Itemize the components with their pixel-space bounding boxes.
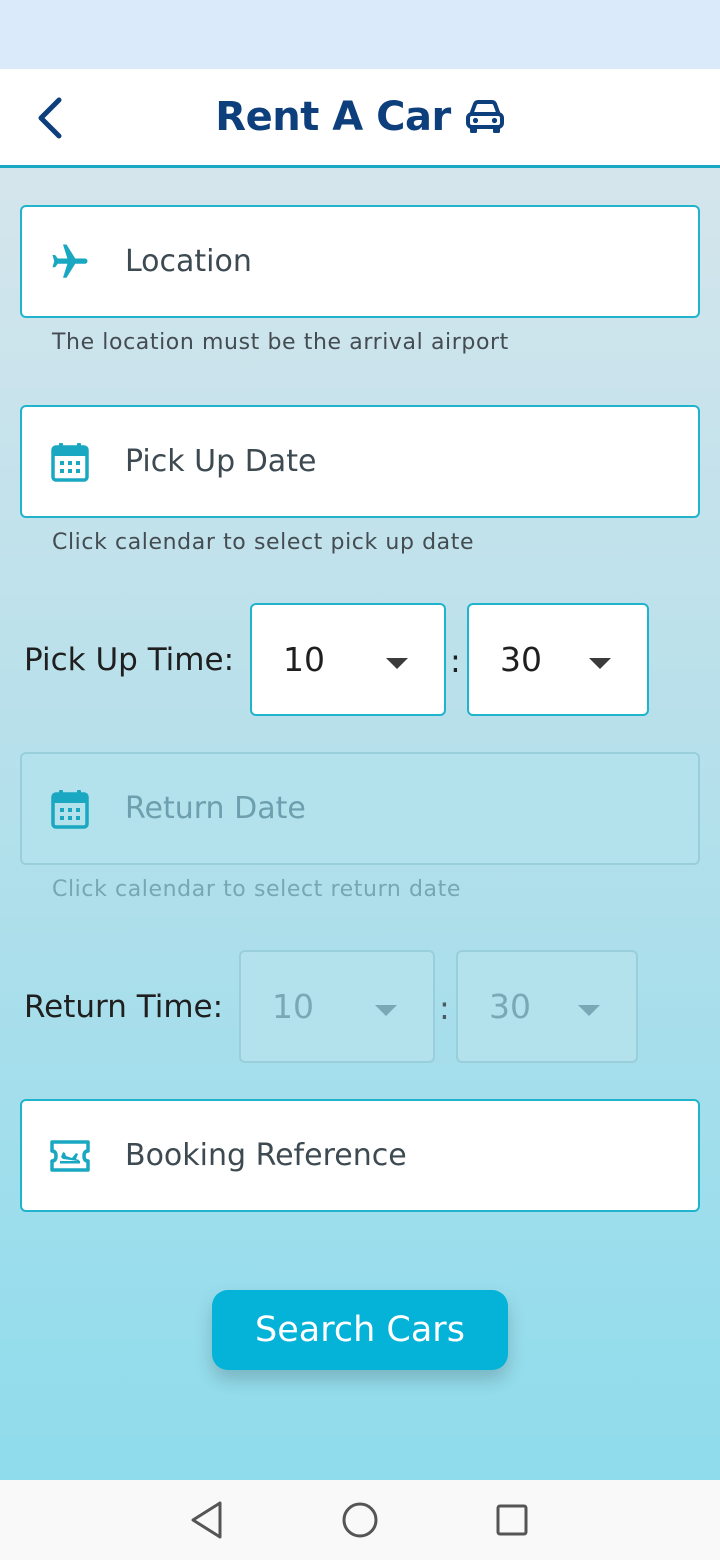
return-minute-value: 30 (489, 987, 531, 1026)
chevron-down-icon (386, 658, 408, 669)
return-date-label: Return Date (125, 791, 306, 826)
system-nav-bar (0, 1480, 720, 1560)
ticket-flight-icon (49, 1135, 91, 1177)
triangle-back-icon (191, 1501, 222, 1539)
pickup-minute-select[interactable]: 30 (467, 603, 649, 716)
nav-home-button[interactable] (338, 1498, 382, 1542)
circle-home-icon (342, 1502, 378, 1538)
status-bar (0, 0, 720, 69)
return-date-field[interactable]: Return Date (20, 752, 700, 865)
chevron-down-icon (578, 1005, 600, 1016)
chevron-down-icon (375, 1005, 397, 1016)
search-cars-button[interactable]: Search Cars (212, 1290, 508, 1370)
location-helper-text: The location must be the arrival airport (52, 330, 509, 355)
booking-reference-label: Booking Reference (125, 1138, 407, 1173)
chevron-down-icon (589, 658, 611, 669)
form-content: Location The location must be the arriva… (0, 168, 720, 1480)
nav-recents-button[interactable] (490, 1498, 534, 1542)
return-minute-select[interactable]: 30 (456, 950, 638, 1063)
booking-reference-field[interactable]: Booking Reference (20, 1099, 700, 1212)
pickup-time-separator: : (450, 642, 461, 680)
return-time-label: Return Time: (24, 989, 224, 1025)
location-field[interactable]: Location (20, 205, 700, 318)
pickup-date-label: Pick Up Date (125, 444, 317, 479)
pickup-date-helper-text: Click calendar to select pick up date (52, 530, 475, 555)
location-label: Location (125, 244, 252, 279)
return-time-separator: : (439, 989, 450, 1027)
return-hour-select[interactable]: 10 (239, 950, 435, 1063)
car-icon (465, 99, 505, 135)
pickup-minute-value: 30 (500, 640, 542, 679)
header-title-group: Rent A Car (0, 69, 720, 165)
calendar-icon[interactable] (49, 788, 91, 830)
pickup-date-field[interactable]: Pick Up Date (20, 405, 700, 518)
airplane-icon (49, 241, 91, 283)
pickup-time-label: Pick Up Time: (24, 642, 235, 678)
square-recents-icon (496, 1504, 528, 1536)
return-date-helper-text: Click calendar to select return date (52, 877, 461, 902)
calendar-icon[interactable] (49, 441, 91, 483)
app-header: Rent A Car (0, 69, 720, 168)
search-cars-label: Search Cars (255, 1310, 465, 1350)
pickup-hour-value: 10 (283, 640, 325, 679)
nav-back-button[interactable] (184, 1498, 228, 1542)
return-hour-value: 10 (272, 987, 314, 1026)
page-title: Rent A Car (215, 94, 451, 140)
pickup-hour-select[interactable]: 10 (250, 603, 446, 716)
